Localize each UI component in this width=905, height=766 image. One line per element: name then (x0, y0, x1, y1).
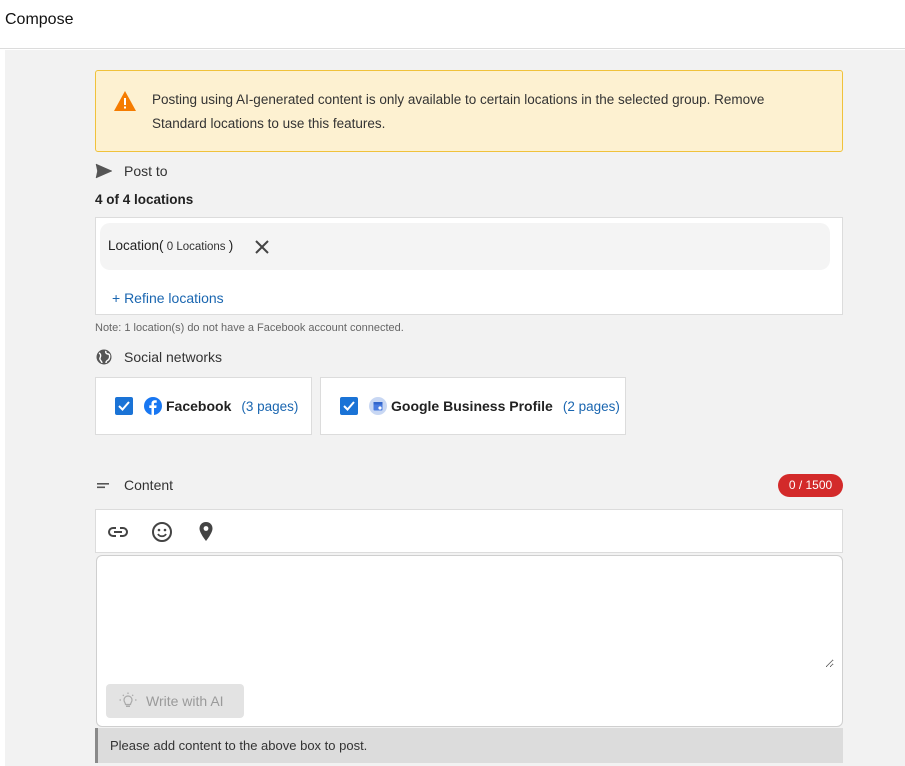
check-icon (118, 401, 130, 411)
write-with-ai-label: Write with AI (146, 693, 224, 709)
compose-panel: Posting using AI-generated content is on… (5, 50, 905, 766)
facebook-pages-link[interactable]: (3 pages) (241, 399, 298, 414)
write-with-ai-button[interactable]: Write with AI (106, 684, 244, 718)
facebook-name: Facebook (166, 398, 232, 414)
link-icon[interactable] (106, 520, 130, 544)
facebook-checkbox[interactable] (115, 397, 133, 415)
character-counter: 0 / 1500 (778, 474, 843, 497)
content-heading: Content (95, 476, 173, 494)
location-selector: Location( 0 Locations ) + Refine locatio… (95, 217, 843, 315)
location-chip-count: 0 Locations (163, 241, 229, 253)
post-to-heading: Post to (95, 162, 168, 180)
lightbulb-icon (119, 692, 137, 707)
google-checkbox[interactable] (340, 397, 358, 415)
page-title: Compose (5, 11, 74, 28)
social-networks-label: Social networks (124, 349, 223, 365)
post-to-label: Post to (124, 163, 168, 179)
top-bar: Compose (0, 0, 905, 49)
content-toolbar (95, 509, 843, 553)
facebook-icon (144, 397, 162, 415)
close-icon[interactable] (253, 238, 271, 256)
check-icon (343, 401, 355, 411)
refine-locations-link[interactable]: + Refine locations (112, 290, 224, 306)
warning-text: Posting using AI-generated content is on… (152, 92, 765, 131)
google-pages-link[interactable]: (2 pages) (563, 399, 620, 414)
network-card-facebook[interactable]: Facebook (3 pages) (95, 377, 312, 435)
globe-icon (96, 349, 112, 365)
text-lines-icon (97, 483, 109, 489)
google-name: Google Business Profile (391, 398, 553, 414)
send-icon (95, 163, 113, 179)
location-pin-icon[interactable] (194, 520, 218, 544)
location-chip-label: Location( 0 Locations ) (108, 238, 234, 253)
warning-icon (114, 91, 136, 111)
network-card-google[interactable]: Google Business Profile (2 pages) (320, 377, 626, 435)
ai-warning-banner: Posting using AI-generated content is on… (95, 70, 843, 152)
emoji-icon[interactable] (150, 520, 174, 544)
content-editor: Write with AI (96, 555, 843, 727)
facebook-connection-note: Note: 1 location(s) do not have a Facebo… (95, 322, 404, 334)
social-networks-heading: Social networks (95, 348, 222, 366)
content-textarea[interactable] (99, 558, 834, 668)
location-count: 4 of 4 locations (95, 192, 194, 207)
content-label: Content (124, 477, 174, 493)
location-chip[interactable]: Location( 0 Locations ) (100, 223, 830, 270)
content-required-hint: Please add content to the above box to p… (95, 728, 843, 763)
google-business-profile-icon (369, 397, 387, 415)
